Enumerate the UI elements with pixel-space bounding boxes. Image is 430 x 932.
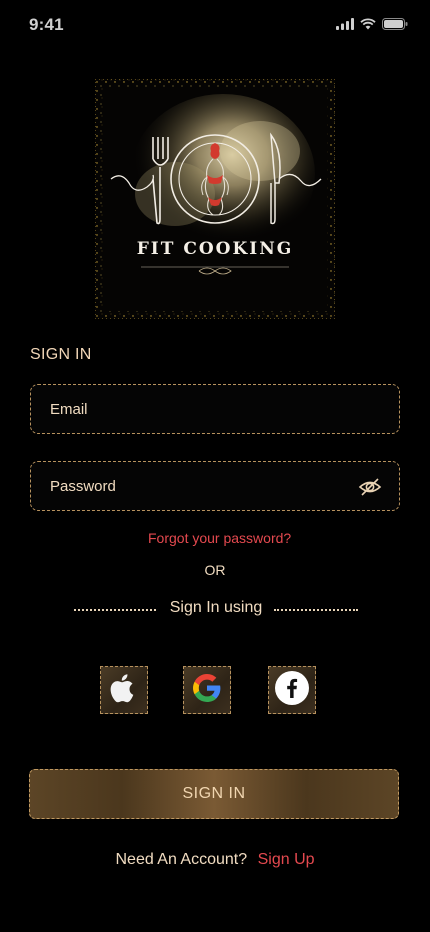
sign-in-using-label: Sign In using — [169, 599, 263, 616]
sign-in-button[interactable]: SIGN IN — [29, 769, 399, 819]
apple-icon — [110, 672, 138, 709]
apple-sign-in-button[interactable] — [100, 666, 148, 714]
wifi-icon — [360, 18, 376, 30]
forgot-password-link[interactable]: Forgot your password? — [148, 530, 291, 546]
cellular-signal-icon — [336, 18, 354, 30]
status-time: 9:41 — [29, 15, 64, 34]
divider-line-right — [274, 609, 358, 611]
password-input[interactable] — [50, 462, 350, 510]
logo-flourish — [141, 266, 289, 275]
facebook-icon — [274, 670, 310, 711]
google-sign-in-button[interactable] — [183, 666, 231, 714]
eye-off-icon[interactable] — [358, 475, 382, 499]
status-bar: 9:41 — [0, 0, 430, 52]
sign-in-heading: SIGN IN — [30, 346, 92, 363]
status-icons — [336, 18, 408, 30]
password-field[interactable] — [30, 461, 400, 511]
fit-cooking-logo: FIT COOKING — [95, 79, 335, 319]
need-account-text: Need An Account? — [115, 851, 248, 868]
sign-up-prompt: Need An Account? Sign Up — [0, 851, 430, 869]
or-separator: OR — [204, 562, 226, 578]
email-input[interactable] — [50, 385, 350, 433]
email-field[interactable] — [30, 384, 400, 434]
sign-in-using-divider: Sign In using — [74, 599, 358, 619]
sign-in-screen: 9:41 FIT COOKING SIGN IN Email Forgot yo… — [0, 0, 430, 932]
battery-icon — [382, 18, 408, 30]
google-icon — [191, 672, 223, 709]
sign-up-link[interactable]: Sign Up — [258, 851, 315, 868]
facebook-sign-in-button[interactable] — [268, 666, 316, 714]
